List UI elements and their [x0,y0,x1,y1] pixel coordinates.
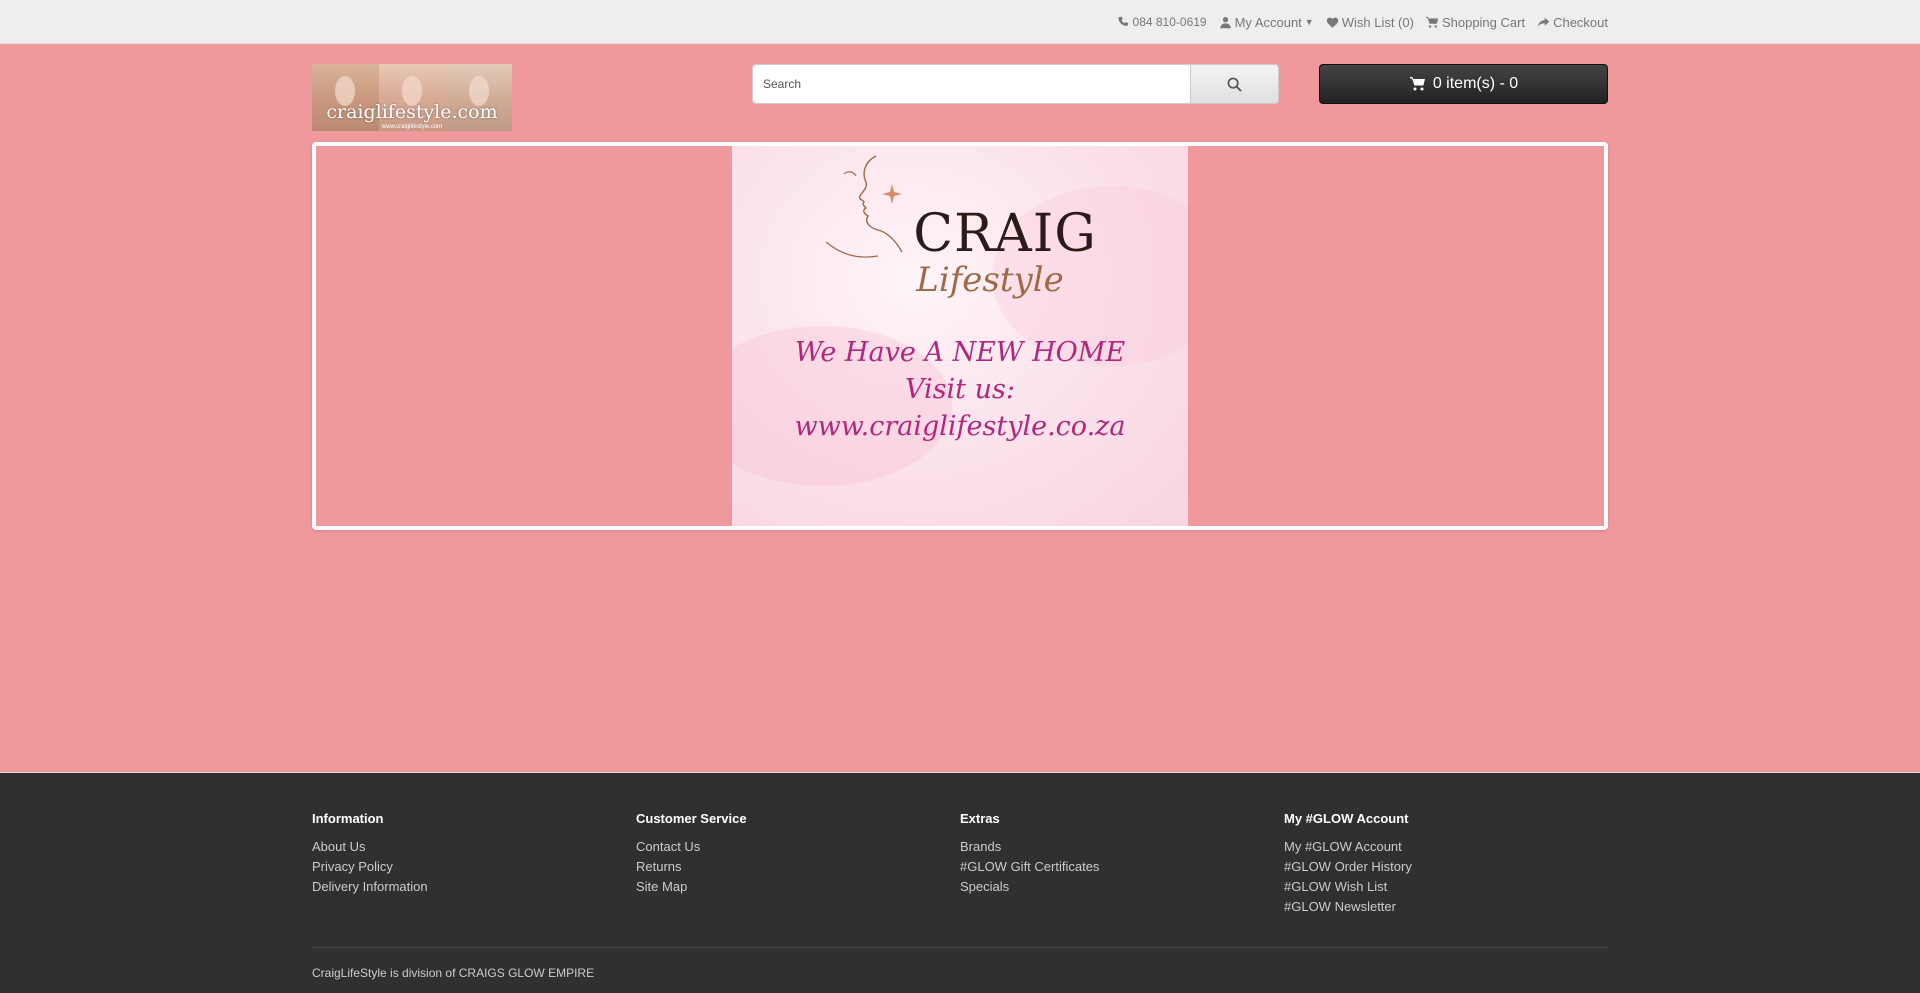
footer-column-information: Information About Us Privacy Policy Deli… [312,811,636,937]
banner-announcement: We Have A NEW HOME Visit us: www.craigli… [732,334,1188,445]
checkout-label: Checkout [1553,14,1608,30]
footer-link-order-history[interactable]: #GLOW Order History [1284,857,1608,877]
my-account-label: My Account [1234,14,1302,30]
footer-heading: My #GLOW Account [1284,811,1409,826]
announcement-line: We Have A NEW HOME [794,337,1126,368]
footer-link-about-us[interactable]: About Us [312,837,636,857]
wish-list-label: Wish List (0) [1341,14,1414,30]
shopping-cart-link[interactable]: Shopping Cart [1425,14,1526,30]
banner-slide-image[interactable]: CRAIG Lifestyle We Have A NEW HOME Visit… [732,146,1188,526]
checkout-link[interactable]: Checkout [1537,15,1608,30]
footer-link-gift-certificates[interactable]: #GLOW Gift Certificates [960,857,1284,877]
footer-powered-by: CraigLifeStyle is division of CRAIGS GLO… [312,966,595,980]
footer-link-returns[interactable]: Returns [636,857,960,877]
footer-link-delivery-information[interactable]: Delivery Information [312,877,636,897]
search-bar [752,64,1279,104]
cart-button[interactable]: 0 item(s) - 0 [1319,64,1608,104]
footer-link-privacy-policy[interactable]: Privacy Policy [312,857,636,877]
caret-down-icon: ▼ [1304,17,1314,27]
site-footer: Information About Us Privacy Policy Deli… [0,772,1920,993]
top-links: 084 810-0619 My Account ▼ Wish List (0) … [312,0,1608,44]
footer-link-wish-list[interactable]: #GLOW Wish List [1284,877,1608,897]
banner-brand-tagline: Lifestyle [916,260,1064,300]
footer-content: Information About Us Privacy Policy Deli… [312,773,1608,980]
footer-heading: Information [312,811,384,826]
logo-text: craiglifestyle.com [326,101,498,123]
announcement-line: www.craiglifestyle.co.za [794,411,1126,442]
phone-number: 084 810-0619 [1132,15,1207,29]
footer-link-brands[interactable]: Brands [960,837,1284,857]
search-input[interactable] [752,64,1191,104]
search-button[interactable] [1191,64,1279,104]
share-icon [1537,17,1550,27]
footer-heading: Extras [960,811,1000,826]
heart-icon [1326,17,1338,28]
footer-column-customer-service: Customer Service Contact Us Returns Site… [636,811,960,937]
search-icon [1227,77,1242,92]
slideshow-banner[interactable]: CRAIG Lifestyle We Have A NEW HOME Visit… [312,142,1608,530]
shopping-cart-label: Shopping Cart [1441,14,1526,30]
cart-icon [1409,77,1425,91]
cart-total: 0 item(s) - 0 [1432,75,1519,92]
footer-link-my-account[interactable]: My #GLOW Account [1284,837,1608,857]
phone-icon [1117,16,1128,26]
footer-column-extras: Extras Brands #GLOW Gift Certificates Sp… [960,811,1284,937]
user-icon [1219,16,1231,28]
site-logo[interactable]: craiglifestyle.com www.craiglifestyle.co… [312,64,512,131]
footer-link-site-map[interactable]: Site Map [636,877,960,897]
footer-link-specials[interactable]: Specials [960,877,1284,897]
logo-subtext: www.craiglifestyle.com [381,124,443,130]
announcement-line: Visit us: [905,374,1015,405]
site-header: craiglifestyle.com www.craiglifestyle.co… [312,44,1608,142]
footer-divider [312,947,1608,948]
my-account-dropdown[interactable]: My Account ▼ [1219,15,1314,30]
phone-link[interactable]: 084 810-0619 [1117,15,1207,29]
footer-heading: Customer Service [636,811,747,826]
banner-brand-name: CRAIG [913,204,1097,264]
footer-columns: Information About Us Privacy Policy Deli… [312,811,1608,937]
footer-link-contact-us[interactable]: Contact Us [636,837,960,857]
wish-list-link[interactable]: Wish List (0) [1326,15,1414,30]
footer-link-newsletter[interactable]: #GLOW Newsletter [1284,897,1608,917]
top-bar: 084 810-0619 My Account ▼ Wish List (0) … [0,0,1920,44]
cart-icon [1425,16,1439,28]
footer-column-my-account: My #GLOW Account My #GLOW Account #GLOW … [1284,811,1608,937]
